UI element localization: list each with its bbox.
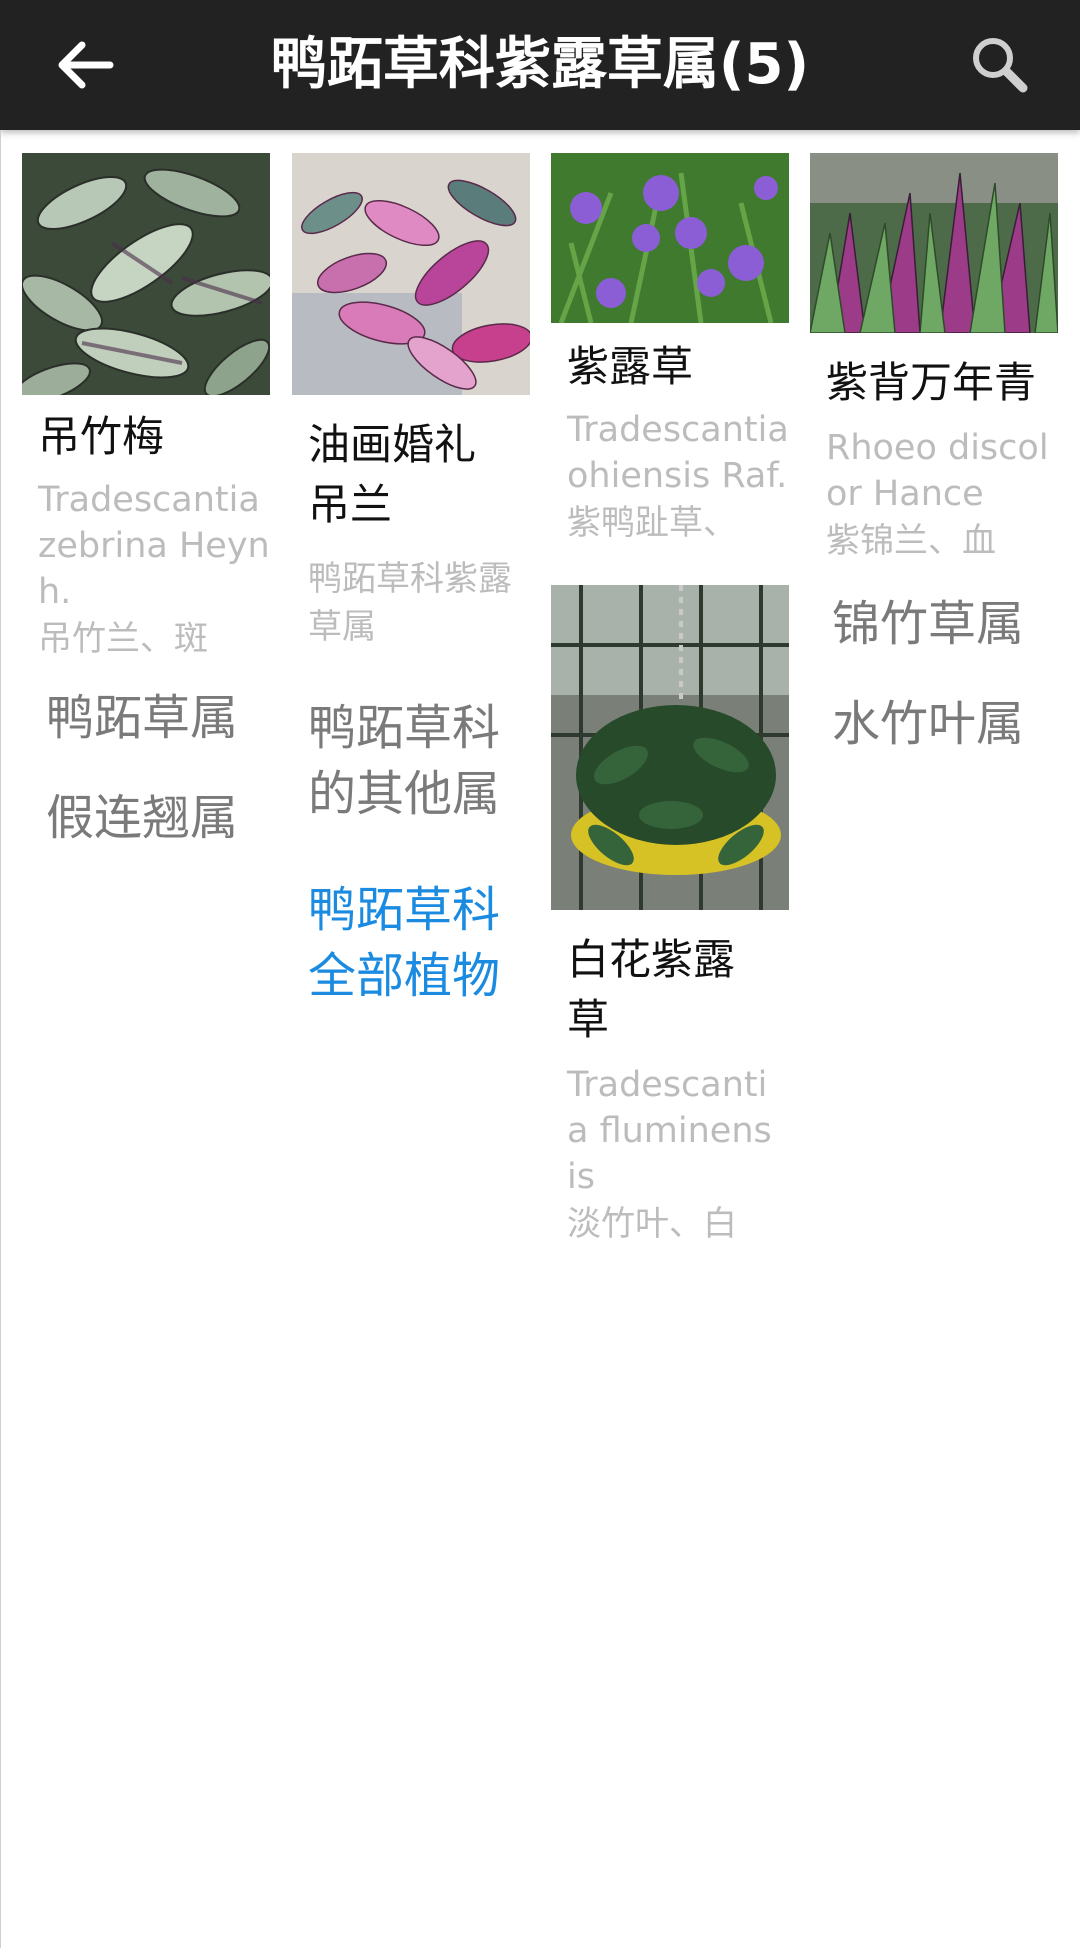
plant-latin-name: Rhoeo discolor Hance [826,428,1049,514]
plant-latin-name: Tradescantia ohiensis Raf. [567,410,789,496]
plant-alias: 紫鸭趾草、 [567,503,737,543]
plant-card[interactable]: 白花紫露草 Tradescantia fluminensis 淡竹叶、白 [551,585,789,1248]
plant-name: 紫露草 [567,342,694,391]
genus-link[interactable]: 鸭跖草属 [46,685,270,751]
other-genera-link[interactable]: 鸭跖草科的其他属 [308,695,523,827]
column-2: 油画婚礼吊兰 鸭跖草科紫露草属 鸭跖草科的其他属 鸭跖草科全部植物 [292,153,530,1009]
plant-card[interactable]: 吊竹梅 Tradescantia zebrina Heynh. 吊竹兰、斑 [22,153,270,663]
plant-name: 油画婚礼吊兰 [308,420,477,529]
plant-name: 白花紫露草 [567,935,736,1044]
page-title: 鸭跖草科紫露草属(5) [270,32,810,97]
column-3: 紫露草 Tradescantia ohiensis Raf. 紫鸭趾草、 白花紫… [551,153,789,1248]
plant-name: 吊竹梅 [38,412,165,461]
search-button[interactable] [955,20,1045,110]
genus-link[interactable]: 水竹叶属 [832,691,1058,757]
plant-alias: 紫锦兰、血 [826,521,996,561]
column-1: 吊竹梅 Tradescantia zebrina Heynh. 吊竹兰、斑 鸭跖… [22,153,270,851]
plant-family-genus: 鸭跖草科紫露草属 [308,559,512,647]
plant-thumbnail [551,585,789,910]
plant-thumbnail [22,153,270,395]
column-4: 紫背万年青 Rhoeo discolor Hance 紫锦兰、血 锦竹草属 水竹… [810,153,1058,757]
plant-latin-name: Tradescantia fluminensis [567,1065,772,1197]
app-bar: 鸭跖草科紫露草属(5) [0,0,1080,130]
plant-alias: 吊竹兰、斑 [38,619,208,659]
plant-thumbnail [810,153,1058,333]
plant-card[interactable]: 紫露草 Tradescantia ohiensis Raf. 紫鸭趾草、 [551,153,789,547]
left-border [0,130,1,1948]
plant-name: 紫背万年青 [826,358,1037,407]
genus-link[interactable]: 假连翘属 [46,785,270,851]
all-family-plants-link[interactable]: 鸭跖草科全部植物 [308,877,523,1009]
plant-thumbnail [551,153,789,323]
search-icon [973,38,1028,93]
plant-card[interactable]: 紫背万年青 Rhoeo discolor Hance 紫锦兰、血 [810,153,1058,565]
plant-alias: 淡竹叶、白 [567,1204,737,1244]
plant-card[interactable]: 油画婚礼吊兰 鸭跖草科紫露草属 [292,153,530,651]
genus-link[interactable]: 锦竹草属 [832,591,1058,657]
plant-latin-name: Tradescantia zebrina Heynh. [38,480,270,612]
plant-thumbnail [292,153,530,395]
